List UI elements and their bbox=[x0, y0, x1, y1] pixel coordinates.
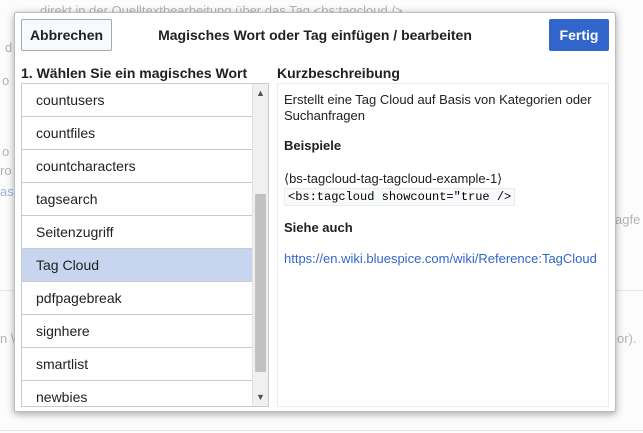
list-item[interactable]: signhere bbox=[22, 315, 253, 348]
dialog-header: Abbrechen Magisches Wort oder Tag einfüg… bbox=[15, 13, 615, 59]
list-item[interactable]: smartlist bbox=[22, 348, 253, 381]
scroll-down-icon[interactable]: ▼ bbox=[253, 390, 268, 404]
list-item[interactable]: countfiles bbox=[22, 117, 253, 150]
example-name: ⟨bs-tagcloud-tag-tagcloud-example-1⟩ bbox=[284, 171, 503, 186]
description-text: Erstellt eine Tag Cloud auf Basis von Ka… bbox=[284, 92, 592, 123]
list-item[interactable]: tagsearch bbox=[22, 183, 253, 216]
scroll-up-icon[interactable]: ▲ bbox=[253, 86, 268, 100]
list-item[interactable]: countcharacters bbox=[22, 150, 253, 183]
description-panel: Erstellt eine Tag Cloud auf Basis von Ka… bbox=[277, 83, 609, 407]
list-item[interactable]: Seitenzugriff bbox=[22, 216, 253, 249]
list-item[interactable]: countusers bbox=[22, 84, 253, 117]
list-scrollbar[interactable]: ▲ ▼ bbox=[252, 84, 268, 406]
magic-word-dialog: Abbrechen Magisches Wort oder Tag einfüg… bbox=[14, 12, 616, 412]
list-item[interactable]: newbies bbox=[22, 381, 253, 406]
see-also-link[interactable]: https://en.wiki.bluespice.com/wiki/Refer… bbox=[284, 251, 598, 266]
description-heading: Kurzbeschreibung bbox=[277, 65, 400, 81]
examples-heading: Beispiele bbox=[284, 138, 342, 153]
list-item[interactable]: pdfpagebreak bbox=[22, 282, 253, 315]
see-also-heading: Siehe auch bbox=[284, 220, 353, 235]
scrollbar-thumb[interactable] bbox=[255, 194, 266, 372]
example-code: <bs:tagcloud showcount="true /> bbox=[284, 188, 516, 206]
list-item[interactable]: Tag Cloud bbox=[22, 249, 253, 282]
cancel-button[interactable]: Abbrechen bbox=[21, 19, 112, 51]
magic-word-list[interactable]: countusers countfiles countcharacters tagse… bbox=[21, 83, 269, 407]
list-heading: 1. Wählen Sie ein magisches Wort bbox=[21, 65, 248, 81]
done-button[interactable]: Fertig bbox=[549, 19, 609, 51]
dialog-title: Magisches Wort oder Tag einfügen / bearb… bbox=[158, 27, 472, 43]
